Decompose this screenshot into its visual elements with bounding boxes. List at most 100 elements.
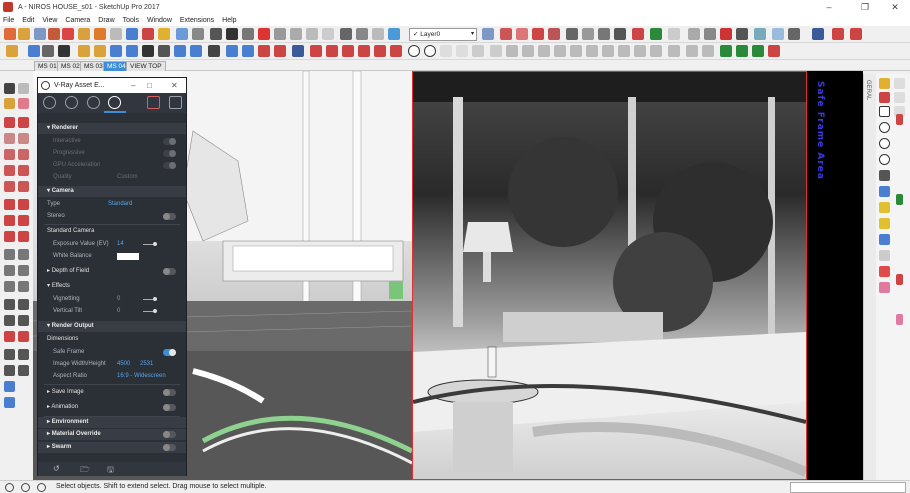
curve-tool-icon[interactable] — [424, 45, 436, 57]
interactive-toggle[interactable] — [163, 138, 176, 145]
extension-warehouse-icon[interactable] — [668, 28, 680, 40]
components-icon[interactable] — [736, 28, 748, 40]
previous-view-icon[interactable] — [18, 331, 29, 342]
user-icon[interactable] — [37, 483, 46, 492]
settings-tab-icon[interactable] — [108, 96, 121, 109]
front-view-icon[interactable] — [306, 28, 318, 40]
move-icon[interactable] — [4, 199, 15, 210]
image-height-input[interactable]: 2531 — [140, 359, 153, 370]
curve-4-icon[interactable] — [896, 314, 903, 325]
solid-trim-icon[interactable] — [126, 45, 138, 57]
arc-icon[interactable] — [4, 165, 15, 176]
redo-icon[interactable] — [274, 45, 286, 57]
preferences-icon[interactable] — [850, 28, 862, 40]
bezier-icon[interactable] — [879, 170, 890, 181]
position-camera-icon[interactable] — [4, 349, 15, 360]
solid-subtract-icon[interactable] — [94, 45, 106, 57]
wireframe-icon[interactable] — [356, 28, 368, 40]
3d-text-icon[interactable] — [18, 281, 29, 292]
intersect-icon[interactable] — [190, 45, 202, 57]
frame-icon[interactable] — [456, 45, 468, 57]
freehand-icon[interactable] — [18, 117, 29, 128]
undo-icon[interactable] — [258, 45, 270, 57]
solid-intersect-icon[interactable] — [110, 45, 122, 57]
reset-icon[interactable]: ↺ — [53, 464, 60, 473]
two-point-arc-icon[interactable] — [18, 181, 29, 192]
offset-tool-icon[interactable] — [158, 28, 170, 40]
array-icon[interactable] — [242, 45, 254, 57]
menu-edit[interactable]: Edit — [22, 17, 34, 24]
shaded-icon[interactable] — [388, 28, 400, 40]
swarm-toggle[interactable] — [163, 444, 176, 451]
loft-icon[interactable] — [879, 218, 890, 229]
subdivide-icon[interactable] — [650, 45, 662, 57]
scale-icon[interactable] — [4, 231, 15, 242]
dimension-icon[interactable] — [18, 249, 29, 260]
follow-me-icon[interactable] — [174, 45, 186, 57]
from-scratch-icon[interactable] — [570, 45, 582, 57]
vignetting-value[interactable]: 0 — [117, 294, 120, 305]
smoove-icon[interactable] — [506, 45, 518, 57]
save-settings-icon[interactable]: 🖫 — [107, 464, 114, 478]
right-view-icon[interactable] — [322, 28, 334, 40]
vray-frame-buffer-icon[interactable] — [532, 28, 544, 40]
geo-location-icon[interactable] — [5, 483, 14, 492]
renderer-section-header[interactable]: ▾ Renderer — [38, 123, 186, 134]
outliner-icon[interactable] — [788, 28, 800, 40]
layer-select[interactable]: ✓ Layer0 ▾ — [409, 28, 477, 41]
flip-edge-icon[interactable] — [522, 45, 534, 57]
camera-type-select[interactable]: Standard — [108, 199, 132, 210]
material-override-section-header[interactable]: ▸ Material Override — [38, 429, 186, 440]
extension-1-icon[interactable] — [879, 78, 890, 89]
animation-header[interactable]: ▸ Animation — [38, 402, 186, 413]
from-contours-icon[interactable] — [554, 45, 566, 57]
material-override-toggle[interactable] — [163, 431, 176, 438]
environment-section-header[interactable]: ▸ Environment — [38, 417, 186, 428]
paint-bucket-icon[interactable] — [34, 28, 46, 40]
fog-icon[interactable] — [704, 28, 716, 40]
extension-5-icon[interactable] — [879, 106, 890, 117]
zoom-extents-icon[interactable] — [258, 28, 270, 40]
push-pull-icon[interactable] — [94, 28, 106, 40]
orbit-icon[interactable] — [210, 28, 222, 40]
section-display-icon[interactable] — [582, 28, 594, 40]
sandbox-icon[interactable] — [632, 28, 644, 40]
tray-tab-geral[interactable]: GERAL — [865, 80, 871, 100]
menu-help[interactable]: Help — [222, 17, 236, 24]
select-tool-icon[interactable] — [4, 28, 16, 40]
vertical-tilt-value[interactable]: 0 — [117, 306, 120, 317]
iso-view-icon[interactable] — [274, 28, 286, 40]
plugin-1-icon[interactable] — [310, 45, 322, 57]
layer-manager-icon[interactable] — [482, 28, 494, 40]
credits-icon[interactable] — [21, 483, 30, 492]
exposure-slider[interactable] — [143, 242, 157, 246]
walk-tool-icon[interactable] — [4, 365, 15, 376]
maximize-button[interactable]: ❐ — [850, 0, 880, 14]
shadows-icon[interactable] — [688, 28, 700, 40]
add-detail-icon[interactable] — [538, 45, 550, 57]
tag-icon[interactable] — [6, 45, 18, 57]
vray-lights-icon[interactable] — [548, 28, 560, 40]
plugin-5-icon[interactable] — [374, 45, 386, 57]
plugin-2-icon[interactable] — [326, 45, 338, 57]
offset-icon[interactable] — [18, 231, 29, 242]
section-cut-icon[interactable] — [598, 28, 610, 40]
extension-3-icon[interactable] — [879, 92, 890, 103]
component-icon[interactable] — [42, 45, 54, 57]
settings-icon[interactable] — [832, 28, 844, 40]
image-width-input[interactable]: 4500 — [117, 359, 130, 370]
make-component-icon[interactable] — [18, 83, 29, 94]
xray-icon[interactable] — [340, 28, 352, 40]
weld-icon[interactable] — [292, 45, 304, 57]
vray-maximize-button[interactable]: □ — [147, 78, 152, 93]
stereo-toggle[interactable] — [163, 213, 176, 220]
top-view-icon[interactable] — [290, 28, 302, 40]
circle-icon[interactable] — [4, 149, 15, 160]
solid-split-icon[interactable] — [142, 45, 154, 57]
pan-tool-icon[interactable] — [18, 299, 29, 310]
vignetting-slider[interactable] — [143, 297, 157, 301]
materials-icon[interactable] — [754, 28, 766, 40]
grid-icon[interactable] — [634, 45, 646, 57]
vray-render-icon[interactable] — [500, 28, 512, 40]
look-around-icon[interactable] — [18, 349, 29, 360]
